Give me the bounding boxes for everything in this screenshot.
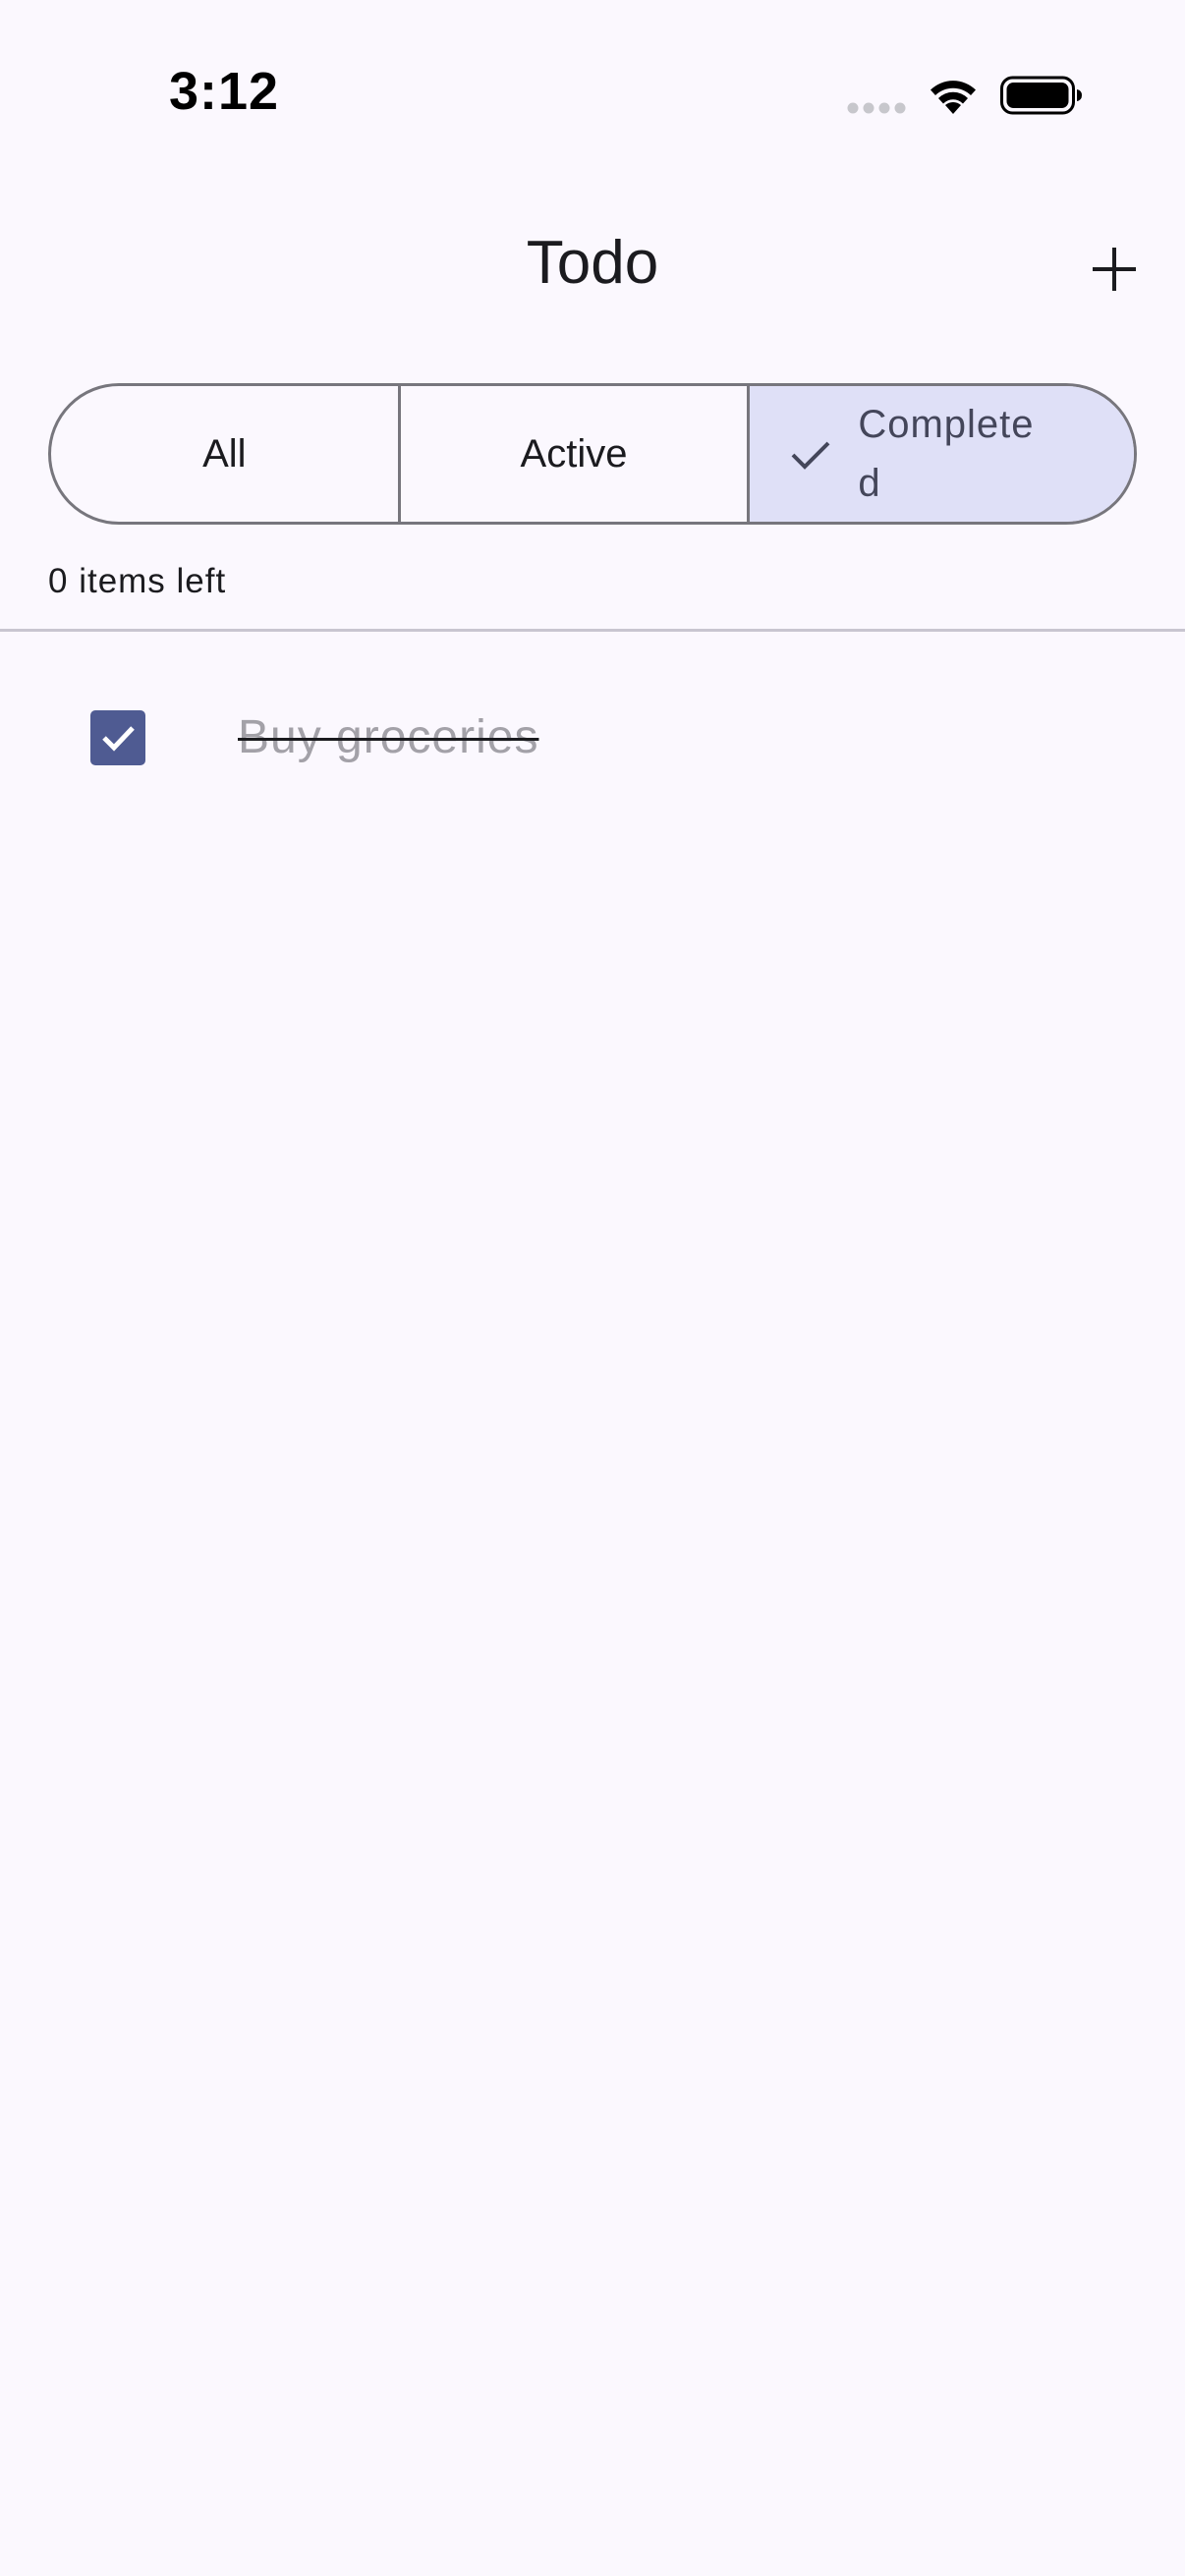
status-bar: 3:12 [0,0,1185,138]
segment-all-label: All [202,431,247,476]
segment-completed[interactable]: Completed [747,386,1134,522]
segment-all[interactable]: All [51,386,398,522]
filter-segmented-control: All Active Completed [48,383,1137,525]
divider [0,629,1185,632]
check-icon [102,726,135,752]
check-icon [791,441,830,470]
items-left-count: 0 items left [48,562,227,600]
segment-active-label: Active [520,431,628,476]
battery-icon [1000,76,1082,115]
segment-active[interactable]: Active [397,386,748,522]
page-title: Todo [526,229,659,297]
plus-icon [1093,248,1136,291]
add-todo-button[interactable] [1075,230,1154,308]
status-time: 3:12 [169,62,280,121]
wifi-icon [931,81,976,114]
todo-text: Buy groceries [238,711,539,763]
list-item[interactable]: Buy groceries [0,678,1185,796]
todo-checkbox[interactable] [90,710,145,765]
app-bar: Todo [0,196,1185,334]
signal-dots-icon [847,102,906,114]
segment-completed-label: Completed [858,403,1035,505]
